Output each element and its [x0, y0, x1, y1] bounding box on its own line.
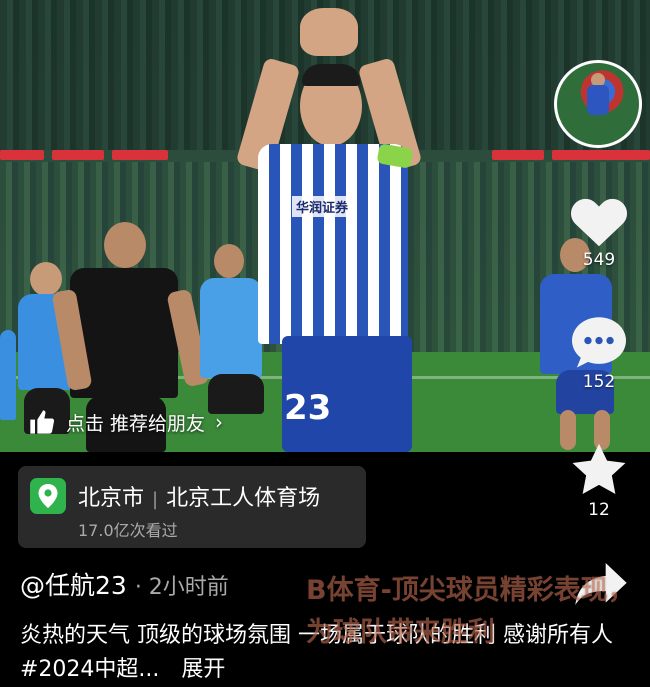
- post-time: · 2小时前: [134, 575, 229, 600]
- location-views: 17.0亿次看过: [78, 521, 178, 540]
- video-photo[interactable]: 华润证券 23 点击 推荐给朋友 ›: [0, 0, 650, 452]
- watermark: B体育-顶尖球员精彩表现，为球队带来胜利: [306, 575, 635, 648]
- expand-caption-button[interactable]: 展开: [181, 657, 225, 682]
- location-separator: |: [152, 489, 159, 510]
- author-line: @任航23 · 2小时前: [20, 566, 229, 602]
- recommend-label: 点击 推荐给朋友: [66, 412, 206, 435]
- location-pin-icon: [30, 478, 66, 514]
- star-icon: [572, 443, 626, 494]
- heart-icon: [571, 198, 627, 247]
- location-city: 北京市: [78, 486, 145, 511]
- like-button[interactable]: 549: [566, 192, 632, 270]
- author-avatar[interactable]: [554, 60, 642, 148]
- favorite-button[interactable]: 12: [566, 440, 632, 520]
- comment-button[interactable]: 152: [566, 316, 632, 392]
- led-board: [52, 150, 104, 160]
- author-name[interactable]: @任航23: [20, 571, 127, 600]
- thumbs-up-icon: [30, 410, 55, 434]
- led-board: [112, 150, 168, 160]
- recommend-button[interactable]: 点击 推荐给朋友 ›: [28, 408, 223, 436]
- location-place: 北京工人体育场: [166, 486, 321, 511]
- jersey-number: 23: [284, 388, 332, 428]
- favorite-count: 12: [588, 500, 610, 520]
- led-board: [492, 150, 544, 160]
- comment-count: 152: [582, 372, 616, 392]
- led-board: [0, 150, 44, 160]
- led-board: [552, 150, 650, 160]
- comment-bubble-icon: [572, 317, 626, 368]
- jersey-sponsor: 华润证券: [292, 196, 353, 217]
- location-card[interactable]: 北京市 | 北京工人体育场 17.0亿次看过: [18, 466, 366, 548]
- like-count: 549: [582, 250, 616, 270]
- chevron-right-icon: ›: [215, 410, 224, 434]
- location-title: 北京市 | 北京工人体育场: [78, 480, 320, 512]
